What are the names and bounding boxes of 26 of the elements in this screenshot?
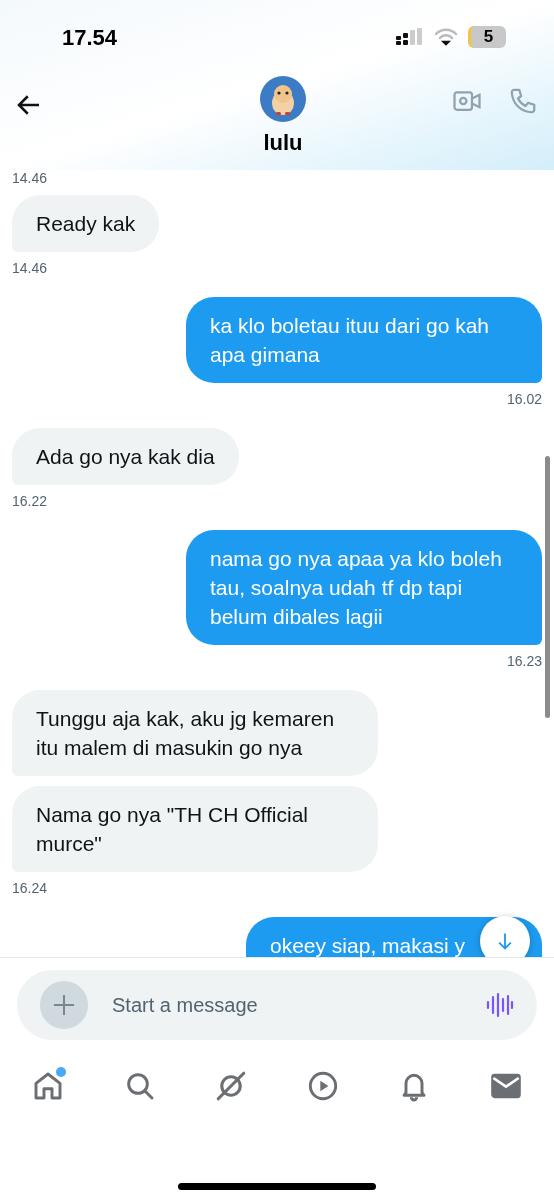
wifi-icon — [434, 28, 458, 46]
message-bubble: Nama go nya "TH CH Official murce" — [12, 786, 378, 872]
message-time: 16.24 — [12, 879, 48, 898]
message-bubble: nama go nya apaa ya klo boleh tau, soalnya udah tf dp tapi belum dibales lagii — [186, 530, 542, 645]
phone-icon[interactable] — [508, 86, 538, 116]
message-bubble: Ada go nya kak dia — [12, 428, 239, 485]
message-bubble: Tunggu aja kak, aku jg kemaren itu malem di masukin go nya — [12, 690, 378, 776]
message-time: 16.23 — [506, 652, 542, 671]
message-time: 16.22 — [12, 492, 48, 511]
avatar — [260, 76, 306, 122]
scroll-down-button[interactable] — [480, 916, 530, 957]
battery-level: 5 — [468, 26, 506, 48]
signal-icon — [396, 28, 424, 46]
play-icon — [306, 1070, 339, 1102]
message-time: 16.02 — [506, 390, 542, 409]
message-input[interactable]: Start a message — [112, 990, 462, 1020]
message-field[interactable]: Start a message — [17, 970, 537, 1040]
add-button-icon[interactable] — [40, 981, 88, 1029]
message-time: 14.46 — [12, 170, 48, 188]
home-icon — [32, 1070, 64, 1102]
contact-name: lulu — [263, 129, 303, 157]
voice-wave-icon[interactable] — [486, 991, 514, 1019]
message-bubble: Ready kak — [12, 195, 160, 252]
message-time: 14.46 — [12, 259, 48, 278]
message-bubble: ka klo boletau ituu dari go kah apa gimana — [186, 297, 542, 383]
status-time: 17.54 — [62, 23, 118, 52]
